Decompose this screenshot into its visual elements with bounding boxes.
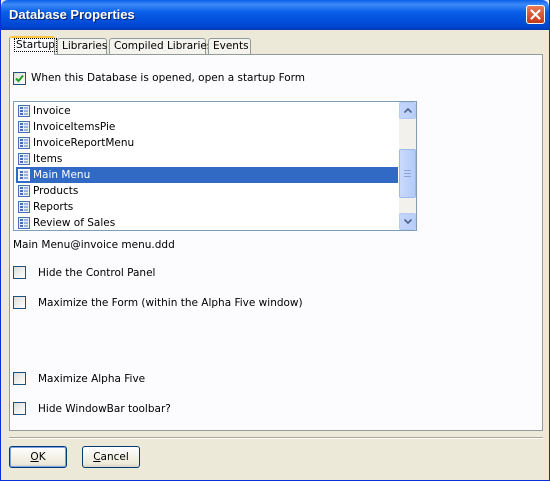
ok-hotkey: O [30,451,39,463]
list-item[interactable]: Products [16,183,398,199]
list-item[interactable]: Invoice [16,103,398,119]
ok-label-rest: K [38,451,46,463]
form-icon [18,153,30,165]
chevron-up-icon [404,108,412,113]
maximize-alpha-five-checkbox[interactable] [13,372,26,385]
tab-libraries-label: Libraries [62,40,108,52]
list-item[interactable]: InvoiceReportMenu [16,135,398,151]
chevron-down-icon [404,219,412,224]
hide-control-panel-label: Hide the Control Panel [38,267,156,279]
maximize-form-checkbox[interactable] [13,296,26,309]
hide-windowbar-checkbox[interactable] [13,402,26,415]
open-startup-form-label: When this Database is opened, open a sta… [31,72,306,84]
checkmark-icon [15,74,24,83]
tab-compiled-libraries[interactable]: Compiled Libraries [109,38,212,54]
ok-button[interactable]: OK [9,446,67,468]
title-bar[interactable]: Database Properties [1,0,549,30]
database-properties-dialog: Database Properties Startup Libraries Co… [0,0,550,481]
list-item-label: InvoiceReportMenu [33,137,135,149]
list-item-label: Products [33,185,79,197]
selected-form-path: Main Menu@invoice menu.ddd [13,239,175,251]
list-item-label: InvoiceItemsPie [33,121,116,133]
form-icon [18,185,30,197]
form-icon [18,105,30,117]
divider [9,437,543,439]
list-item[interactable]: Items [16,151,398,167]
form-icon [18,137,30,149]
tab-libraries[interactable]: Libraries [57,38,107,54]
cancel-button[interactable]: Cancel [82,446,140,468]
list-item-label: Review of Sales [33,217,116,229]
form-icon [18,201,30,213]
grip-line [404,176,411,177]
maximize-alpha-five-label: Maximize Alpha Five [38,373,146,385]
list-item[interactable]: Review of Sales [16,215,398,230]
grip-line [404,173,411,174]
scroll-down-button[interactable] [399,213,416,230]
startup-panel: When this Database is opened, open a sta… [9,54,543,431]
list-item[interactable]: Reports [16,199,398,215]
tab-compiled-libraries-label: Compiled Libraries [114,40,213,52]
tab-events-label: Events [213,40,249,52]
form-icon [18,217,30,229]
list-item-label: Reports [33,201,74,213]
startup-form-list[interactable]: Invoice InvoiceItemsPie InvoiceReportMen… [13,101,417,231]
list-item-label: Items [33,153,63,165]
list-item-label: Invoice [33,105,71,117]
close-icon [530,9,541,20]
window-title: Database Properties [9,7,135,22]
grip-line [404,170,411,171]
tab-startup[interactable]: Startup [9,36,57,55]
open-startup-form-checkbox[interactable] [13,72,26,85]
form-icon [18,169,30,181]
cancel-hotkey: C [93,451,101,463]
list-item-selected[interactable]: Main Menu [16,167,398,183]
scroll-thumb[interactable] [399,149,416,198]
list-item-label: Main Menu [33,169,91,181]
hide-windowbar-label: Hide WindowBar toolbar? [38,403,171,415]
vertical-scrollbar[interactable] [399,102,416,230]
list-item[interactable]: InvoiceItemsPie [16,119,398,135]
tab-events[interactable]: Events [208,38,251,54]
hide-control-panel-checkbox[interactable] [13,266,26,279]
maximize-form-label: Maximize the Form (within the Alpha Five… [38,297,303,309]
cancel-label-rest: ancel [100,451,129,463]
form-icon [18,121,30,133]
tab-startup-label: Startup [14,38,57,52]
scroll-up-button[interactable] [399,102,416,119]
close-button[interactable] [526,5,545,24]
